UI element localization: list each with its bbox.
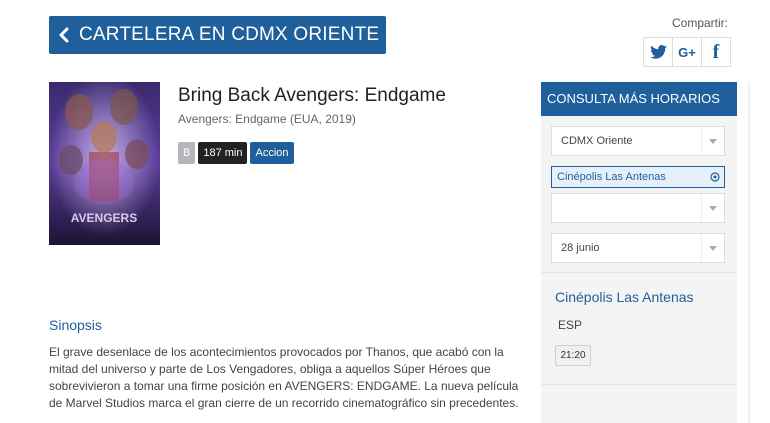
city-select[interactable]: CDMX Oriente: [551, 126, 725, 156]
twitter-share-button[interactable]: [643, 37, 673, 67]
poster-title-text: AVENGERS: [71, 211, 137, 225]
chevron-down-icon: [701, 234, 724, 262]
city-select-value: CDMX Oriente: [561, 135, 633, 147]
rating-badge: B: [178, 142, 196, 164]
date-select[interactable]: 28 junio: [551, 233, 725, 263]
divider: [541, 384, 737, 385]
cinema-selected-chip[interactable]: Cinépolis Las Antenas: [551, 166, 725, 188]
twitter-icon: [649, 45, 667, 59]
sidebar-heading: CONSULTA MÁS HORARIOS: [541, 82, 737, 116]
chevron-left-icon: [49, 27, 79, 43]
scroll-track: [748, 82, 750, 423]
share-buttons: G+ f: [643, 37, 731, 67]
chevron-down-icon: [701, 194, 724, 222]
result-language: ESP: [558, 318, 583, 332]
facebook-share-button[interactable]: f: [701, 37, 731, 67]
duration-badge: 187 min: [198, 142, 248, 164]
genre-badge: Accion: [250, 142, 294, 164]
synopsis-heading: Sinopsis: [49, 317, 102, 333]
google-plus-share-button[interactable]: G+: [672, 37, 702, 67]
divider: [541, 272, 737, 273]
page-title: CARTELERA EN CDMX ORIENTE: [79, 24, 380, 45]
cinema-chip-label: Cinépolis Las Antenas: [557, 171, 666, 183]
poster-image: AVENGERS: [49, 82, 160, 245]
movie-tags: B 187 min Accion: [178, 142, 294, 164]
movie-original-title: Avengers: Endgame (EUA, 2019): [178, 112, 356, 126]
chevron-down-icon: [701, 127, 724, 155]
google-plus-icon: G+: [678, 44, 696, 60]
showtimes-sidebar: CONSULTA MÁS HORARIOS CDMX Oriente Cinép…: [541, 82, 737, 423]
remove-cinema-icon[interactable]: [706, 172, 724, 182]
format-select[interactable]: [551, 193, 725, 223]
showtime-button[interactable]: 21:20: [555, 345, 591, 366]
date-select-value: 28 junio: [561, 242, 600, 254]
movie-title: Bring Back Avengers: Endgame: [178, 85, 446, 106]
facebook-icon: f: [712, 40, 720, 63]
back-to-listings-button[interactable]: CARTELERA EN CDMX ORIENTE: [49, 16, 386, 54]
result-cinema-name[interactable]: Cinépolis Las Antenas: [555, 289, 694, 305]
synopsis-text: El grave desenlace de los acontecimiento…: [49, 345, 519, 410]
share-label: Compartir:: [672, 16, 729, 30]
movie-poster[interactable]: AVENGERS: [49, 82, 160, 245]
